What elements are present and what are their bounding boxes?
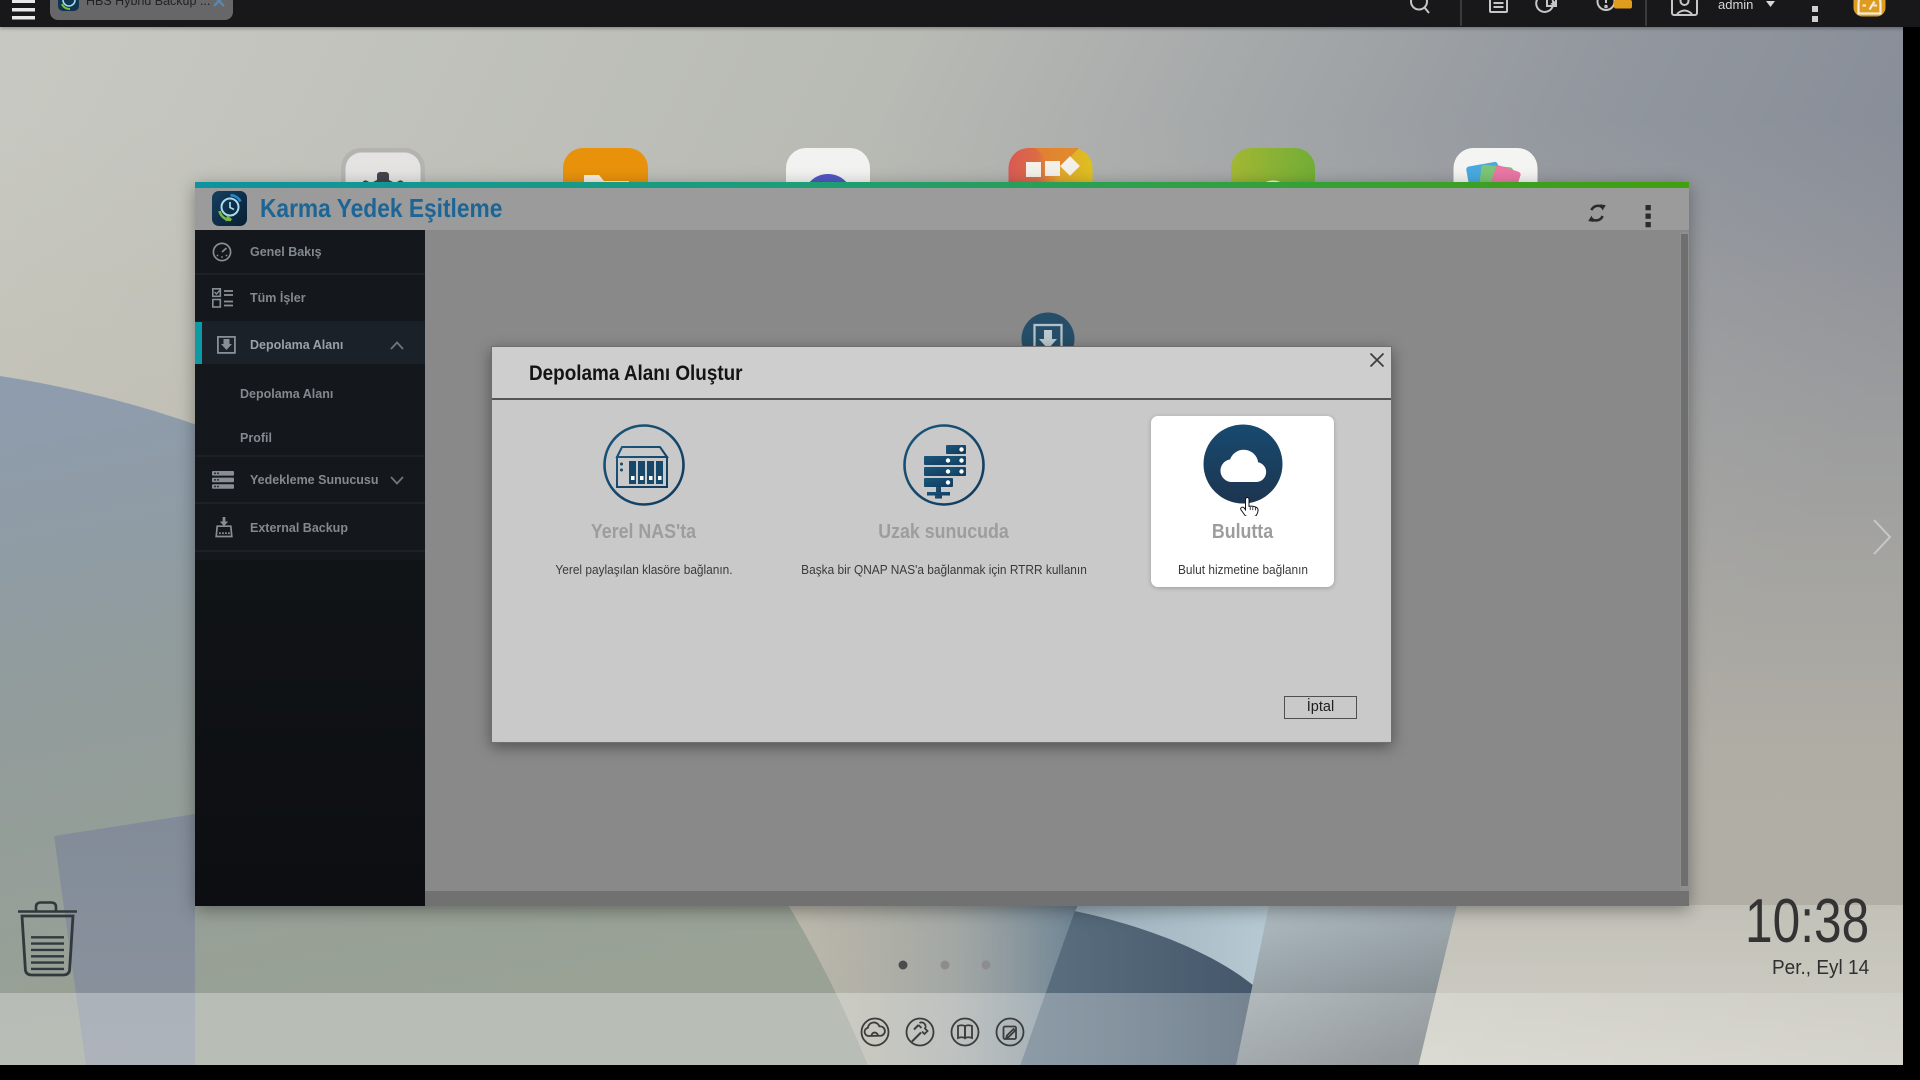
svg-text:admin: admin — [1718, 0, 1753, 12]
